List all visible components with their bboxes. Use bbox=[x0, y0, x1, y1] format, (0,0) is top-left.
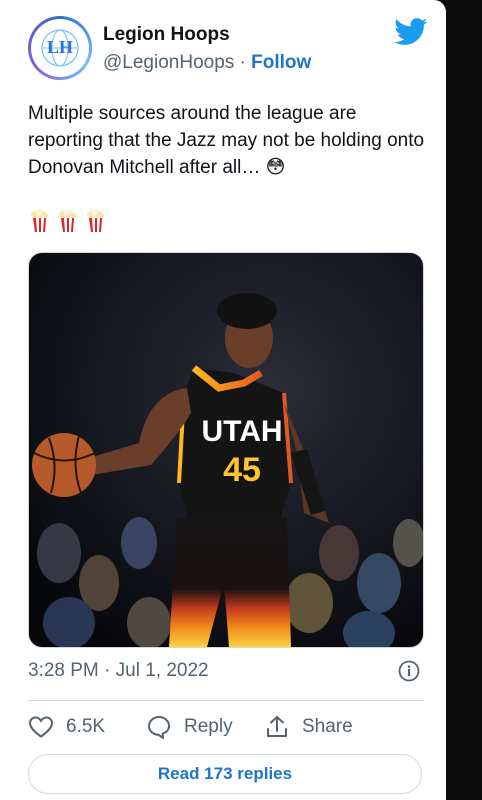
like-count: 6.5K bbox=[66, 716, 106, 737]
popcorn-icon bbox=[31, 209, 48, 232]
account-handle[interactable]: @LegionHoops bbox=[103, 52, 234, 73]
account-name[interactable]: Legion Hoops bbox=[103, 24, 230, 46]
background-edge bbox=[446, 0, 482, 800]
twitter-bird-icon[interactable] bbox=[394, 18, 428, 46]
like-button[interactable]: 6.5K bbox=[28, 712, 105, 742]
popcorn-emojis bbox=[28, 208, 106, 234]
handle-row: @LegionHoops · Follow bbox=[103, 52, 311, 74]
share-label: Share bbox=[302, 716, 353, 737]
tweet-header: LH Legion Hoops @LegionHoops · Follow bbox=[28, 16, 428, 82]
tweet-text: Multiple sources around the league are r… bbox=[28, 103, 425, 178]
tweet-timestamp[interactable]: 3:28 PM · Jul 1, 2022 bbox=[28, 660, 209, 682]
share-button[interactable]: Share bbox=[264, 712, 353, 742]
popcorn-icon bbox=[87, 209, 104, 232]
follow-button[interactable]: Follow bbox=[251, 52, 311, 73]
reply-label: Reply bbox=[184, 716, 233, 737]
reply-button[interactable]: Reply bbox=[146, 712, 233, 742]
divider bbox=[28, 700, 424, 701]
heart-icon bbox=[28, 716, 54, 738]
avatar[interactable]: LH bbox=[28, 16, 92, 80]
jersey-text: UTAH bbox=[201, 415, 282, 448]
info-icon[interactable] bbox=[398, 660, 420, 682]
popcorn-icon bbox=[59, 209, 76, 232]
tweet-photo[interactable]: UTAH 45 bbox=[28, 252, 424, 648]
tweet-card: LH Legion Hoops @LegionHoops · Follow Mu… bbox=[0, 0, 446, 800]
reply-bubble-icon bbox=[148, 716, 170, 739]
svg-text:LH: LH bbox=[47, 37, 73, 57]
action-bar: 6.5K Reply Share bbox=[28, 712, 428, 742]
avatar-logo: LH bbox=[31, 19, 89, 77]
separator-dot: · bbox=[239, 52, 246, 73]
share-icon bbox=[267, 716, 287, 737]
read-replies-button[interactable]: Read 173 replies bbox=[28, 754, 422, 794]
jersey-number: 45 bbox=[223, 451, 261, 489]
